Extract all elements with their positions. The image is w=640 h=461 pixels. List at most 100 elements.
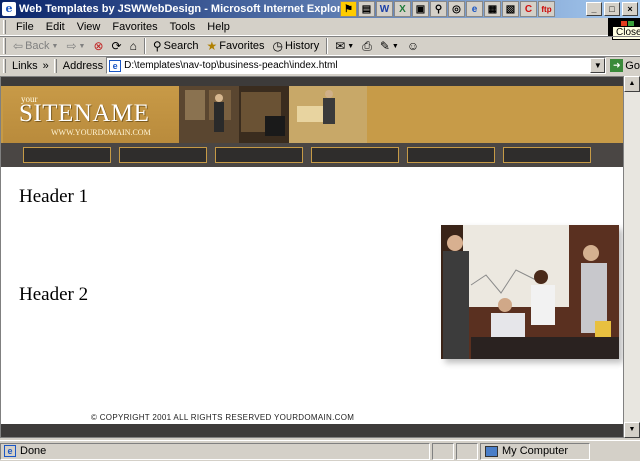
nav-bar xyxy=(1,143,623,167)
menu-favorites[interactable]: Favorites xyxy=(106,21,163,33)
chevron-down-icon[interactable]: ▼ xyxy=(347,43,354,50)
chevron-down-icon[interactable]: ▼ xyxy=(392,43,399,50)
search-icon: ⚲ xyxy=(152,39,162,53)
favorites-label: Favorites xyxy=(219,40,265,52)
header-2: Header 2 xyxy=(19,284,89,305)
meeting-photo-image xyxy=(441,225,619,359)
menu-tools[interactable]: Tools xyxy=(164,21,202,33)
back-label: Back xyxy=(25,40,50,52)
menu-help[interactable]: Help xyxy=(201,21,236,33)
nav-item[interactable] xyxy=(407,147,495,163)
favorites-button[interactable]: ★ Favorites xyxy=(203,39,269,53)
refresh-button[interactable]: ⟳ xyxy=(108,39,126,53)
site-header: your SITENAME WWW.YOURDOMAIN.COM xyxy=(1,86,623,143)
chevron-down-icon[interactable]: ▼ xyxy=(52,43,59,50)
magnify-icon[interactable]: ◎ xyxy=(448,1,465,17)
ie-icon[interactable]: e xyxy=(2,2,16,16)
toolbar-grip[interactable] xyxy=(3,58,6,73)
print-icon: ⎙ xyxy=(362,38,372,53)
window-title: Web Templates by JSWWebDesign - Microsof… xyxy=(19,3,352,15)
app-icon[interactable]: ▧ xyxy=(502,1,519,17)
page-icon: e xyxy=(4,445,16,457)
forward-arrow-icon: ⇨ xyxy=(66,39,77,53)
home-icon: ⌂ xyxy=(129,39,137,53)
back-button[interactable]: ⇦ Back ▼ xyxy=(9,39,62,53)
logo-sitename: SITENAME xyxy=(19,100,150,127)
status-cell xyxy=(456,442,478,460)
toolbar-separator xyxy=(326,38,329,54)
status-cell xyxy=(432,442,454,460)
links-chevron-icon[interactable]: » xyxy=(41,60,51,72)
print-button[interactable]: ⎙ xyxy=(358,39,376,54)
search-button[interactable]: ⚲ Search xyxy=(149,39,203,53)
maximize-button[interactable]: □ xyxy=(604,2,620,16)
nav-item[interactable] xyxy=(119,147,207,163)
home-button[interactable]: ⌂ xyxy=(126,39,141,53)
menu-bar: File Edit View Favorites Tools Help xyxy=(0,18,640,36)
page-viewport[interactable]: your SITENAME WWW.YOURDOMAIN.COM Header … xyxy=(0,76,624,438)
header-fill xyxy=(367,86,623,143)
meeting-photo xyxy=(441,225,619,359)
history-label: History xyxy=(285,40,320,52)
stop-button[interactable]: ⊗ xyxy=(89,39,107,53)
search-icon[interactable]: ⚲ xyxy=(430,1,447,17)
nav-item[interactable] xyxy=(23,147,111,163)
flag-icon[interactable]: ⚑ xyxy=(340,1,357,17)
menu-edit[interactable]: Edit xyxy=(40,21,71,33)
edit-icon: ✎ xyxy=(379,39,390,53)
zone-label: My Computer xyxy=(502,445,569,457)
forward-button[interactable]: ⇨ ▼ xyxy=(62,39,89,53)
back-arrow-icon: ⇦ xyxy=(13,39,24,53)
toolbar-grip[interactable] xyxy=(3,19,6,34)
links-label[interactable]: Links xyxy=(9,60,41,72)
security-zone[interactable]: My Computer xyxy=(480,442,590,460)
menu-file[interactable]: File xyxy=(10,21,40,33)
folder-icon[interactable]: ▤ xyxy=(358,1,375,17)
banner-photo xyxy=(179,86,367,143)
excel-icon[interactable]: X xyxy=(394,1,411,17)
toolbar-grip[interactable] xyxy=(3,38,6,54)
mail-icon: ✉ xyxy=(335,39,346,53)
quick-launch-tray: ⚑ ▤ W X ▣ ⚲ ◎ e ▦ ▧ C ftp xyxy=(340,0,555,18)
address-url[interactable]: D:\templates\nav-top\business-peach\inde… xyxy=(124,60,337,71)
nav-item[interactable] xyxy=(311,147,399,163)
stop-icon: ⊗ xyxy=(93,39,104,53)
chevron-down-icon[interactable]: ▼ xyxy=(590,58,606,73)
site-logo[interactable]: your SITENAME WWW.YOURDOMAIN.COM xyxy=(3,86,179,143)
app-icon[interactable]: ▦ xyxy=(484,1,501,17)
word-icon[interactable]: W xyxy=(376,1,393,17)
nav-item[interactable] xyxy=(503,147,591,163)
address-label: Address xyxy=(62,59,104,72)
vertical-scrollbar[interactable]: ▲ ▼ xyxy=(624,76,640,438)
c-icon[interactable]: C xyxy=(520,1,537,17)
close-button[interactable]: × xyxy=(622,2,638,16)
status-bar: e Done My Computer xyxy=(0,440,640,461)
site-top-band xyxy=(1,77,623,86)
go-button[interactable]: ➜ Go xyxy=(610,59,640,72)
scroll-down-icon[interactable]: ▼ xyxy=(624,422,640,438)
scroll-up-icon[interactable]: ▲ xyxy=(624,76,640,92)
address-bar: Links » Address e D:\templates\nav-top\b… xyxy=(0,56,640,74)
search-label: Search xyxy=(163,40,199,52)
window-controls: _ □ × xyxy=(584,2,638,16)
app-icon[interactable]: ▣ xyxy=(412,1,429,17)
site-footer xyxy=(1,424,623,437)
status-text-pane: e Done xyxy=(0,442,430,460)
refresh-icon: ⟳ xyxy=(111,39,122,53)
nav-item[interactable] xyxy=(215,147,303,163)
chevron-down-icon[interactable]: ▼ xyxy=(79,43,86,50)
messenger-button[interactable]: ☺ xyxy=(403,39,423,53)
menu-view[interactable]: View xyxy=(71,21,107,33)
toolbar-grip[interactable] xyxy=(53,58,57,73)
favorites-icon: ★ xyxy=(206,39,218,53)
status-text: Done xyxy=(20,445,47,457)
go-arrow-icon: ➜ xyxy=(610,59,624,72)
ie-icon[interactable]: e xyxy=(466,1,483,17)
ftp-icon[interactable]: ftp xyxy=(538,1,555,17)
mail-button[interactable]: ✉ ▼ xyxy=(331,39,358,53)
history-button[interactable]: ◷ History xyxy=(269,39,324,53)
edit-button[interactable]: ✎ ▼ xyxy=(376,39,403,53)
address-input[interactable]: e D:\templates\nav-top\business-peach\in… xyxy=(106,57,607,74)
computer-icon xyxy=(485,445,498,457)
minimize-button[interactable]: _ xyxy=(586,2,602,16)
